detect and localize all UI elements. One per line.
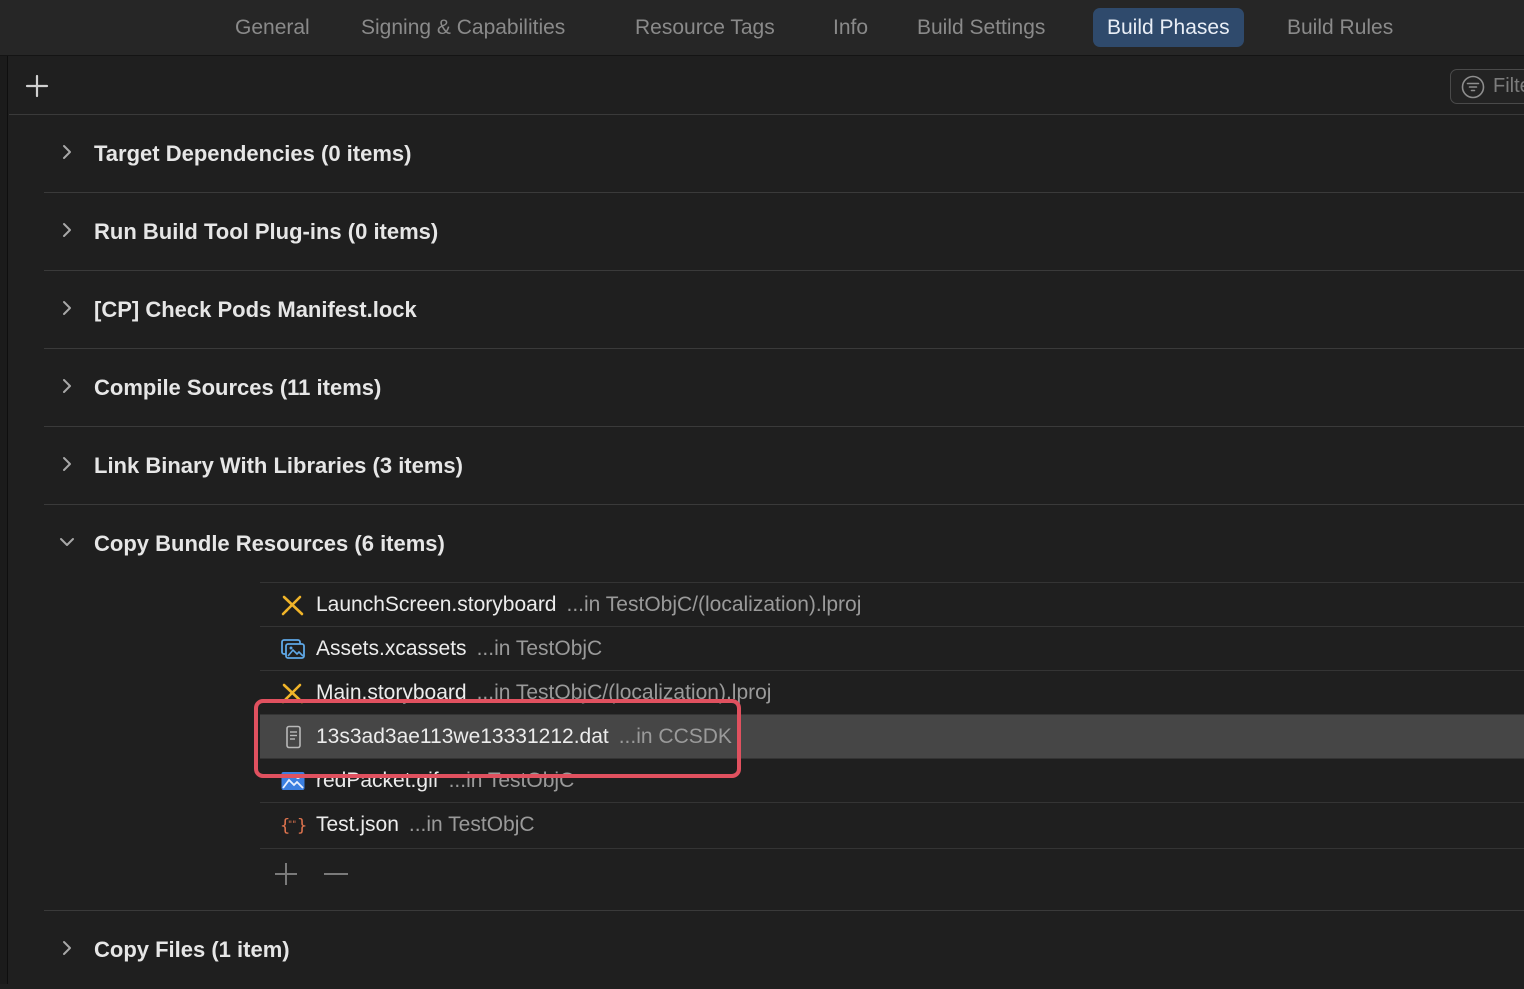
resource-location: ...in TestObjC/(localization).lproj — [566, 593, 862, 616]
phase-title: Target Dependencies (0 items) — [94, 141, 412, 166]
remove-resource-button[interactable] — [321, 860, 351, 888]
resource-location: ...in TestObjC/(localization).lproj — [476, 681, 772, 704]
add-resource-button[interactable] — [271, 860, 301, 888]
filter-field[interactable]: Filter — [1450, 69, 1524, 104]
phase-run-build-tool-plugins[interactable]: Run Build Tool Plug-ins (0 items) — [44, 193, 1524, 271]
chevron-down-icon[interactable] — [56, 533, 78, 551]
chevron-right-icon[interactable] — [58, 453, 76, 475]
chevron-right-icon[interactable] — [58, 141, 76, 163]
tab-build-settings[interactable]: Build Settings — [903, 8, 1059, 47]
plus-icon — [25, 74, 49, 98]
chevron-right-icon[interactable] — [58, 937, 76, 959]
svg-text:"": "" — [288, 820, 296, 830]
phase-link-binary[interactable]: Link Binary With Libraries (3 items) — [44, 427, 1524, 505]
add-build-phase-button[interactable] — [23, 72, 51, 100]
image-icon — [281, 772, 305, 790]
resource-row[interactable]: { } "" Test.json ...in TestObjC — [260, 802, 1524, 846]
phase-copy-files[interactable]: Copy Files (1 item) — [44, 911, 1524, 989]
chevron-right-icon[interactable] — [58, 219, 76, 241]
chevron-right-icon[interactable] — [58, 297, 76, 319]
svg-text:}: } — [297, 816, 306, 836]
resource-name: 13s3ad3ae113we13331212.dat — [316, 725, 609, 748]
asset-catalog-icon — [281, 639, 305, 659]
resource-row[interactable]: LaunchScreen.storyboard ...in TestObjC/(l… — [260, 582, 1524, 626]
resource-row[interactable]: Assets.xcassets ...in TestObjC — [260, 626, 1524, 670]
resource-location: ...in CCSDK — [618, 725, 732, 748]
phase-title: Compile Sources (11 items) — [94, 375, 382, 400]
tab-build-rules[interactable]: Build Rules — [1273, 8, 1407, 47]
phase-title: Link Binary With Libraries (3 items) — [94, 453, 463, 478]
storyboard-icon — [281, 683, 304, 704]
phase-compile-sources[interactable]: Compile Sources (11 items) — [44, 349, 1524, 427]
resource-location: ...in TestObjC — [408, 813, 535, 836]
document-icon — [286, 725, 301, 749]
plus-icon — [275, 863, 297, 885]
minus-icon — [324, 873, 348, 875]
left-panel-edge — [0, 56, 8, 984]
tab-general[interactable]: General — [221, 8, 324, 47]
tab-resource-tags[interactable]: Resource Tags — [621, 8, 789, 47]
phase-title: Copy Files (1 item) — [94, 937, 290, 962]
resource-row[interactable]: Main.storyboard ...in TestObjC/(localizat… — [260, 670, 1524, 714]
resource-name: Test.json — [316, 813, 399, 836]
json-icon: { } "" — [280, 816, 306, 836]
tab-build-phases[interactable]: Build Phases — [1093, 8, 1244, 47]
phase-title[interactable]: Copy Bundle Resources (6 items) — [94, 505, 445, 582]
resource-location: ...in TestObjC — [448, 769, 575, 792]
phase-target-dependencies[interactable]: Target Dependencies (0 items) — [44, 115, 1524, 193]
resource-location: ...in TestObjC — [476, 637, 603, 660]
chevron-right-icon[interactable] — [58, 375, 76, 397]
phase-title: Run Build Tool Plug-ins (0 items) — [94, 219, 439, 244]
phase-check-pods-manifest[interactable]: [CP] Check Pods Manifest.lock — [44, 271, 1524, 349]
resource-row[interactable]: redPacket.gif ...in TestObjC — [260, 758, 1524, 802]
tab-signing-capabilities[interactable]: Signing & Capabilities — [347, 8, 579, 47]
resources-footer-divider — [260, 848, 1524, 849]
resource-name: Main.storyboard — [316, 681, 467, 704]
filter-icon — [1461, 75, 1485, 99]
build-phases-toolbar: Filter — [9, 56, 1524, 115]
editor-tab-bar: General Signing & Capabilities Resource … — [0, 0, 1524, 56]
resource-name: redPacket.gif — [316, 769, 439, 792]
storyboard-icon — [281, 595, 304, 616]
filter-placeholder: Filter — [1493, 75, 1524, 97]
resource-name: Assets.xcassets — [316, 637, 467, 660]
resource-row-selected[interactable]: 13s3ad3ae113we13331212.dat ...in CCSDK — [260, 714, 1524, 758]
resource-name: LaunchScreen.storyboard — [316, 593, 557, 616]
tab-info[interactable]: Info — [819, 8, 882, 47]
phase-title: [CP] Check Pods Manifest.lock — [94, 297, 417, 322]
